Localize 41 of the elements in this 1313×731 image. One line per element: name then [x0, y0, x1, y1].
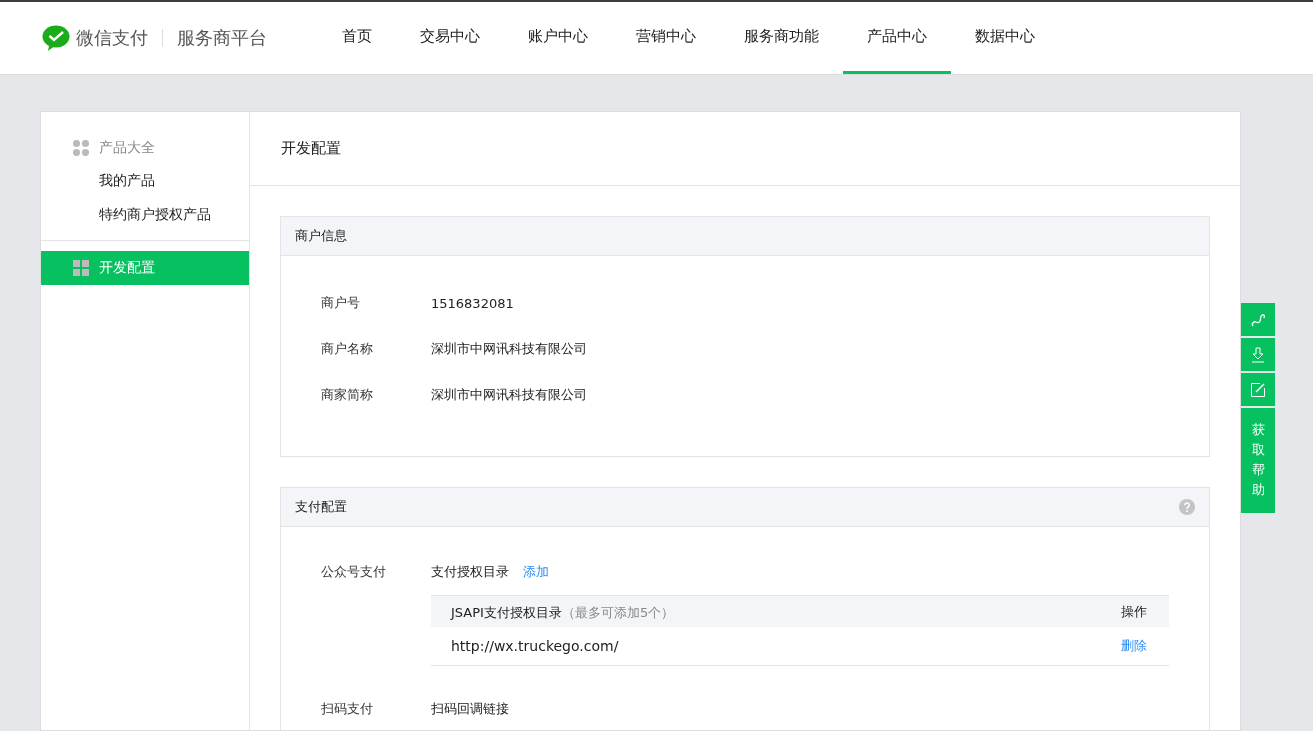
platform-name: 服务商平台: [177, 26, 267, 50]
sidebar-item[interactable]: 我的产品: [41, 164, 249, 198]
edit-icon: [1250, 381, 1266, 398]
nav-tab[interactable]: 账户中心: [504, 2, 612, 74]
grid-icon: [73, 260, 89, 276]
nav-tab[interactable]: 营销中心: [612, 2, 720, 74]
add-link[interactable]: 添加: [523, 563, 549, 581]
table-cell: http://wx.truckego.com/: [451, 638, 619, 654]
edit-button[interactable]: [1241, 373, 1275, 406]
grid-icon: [73, 140, 89, 156]
logo-icon: [42, 25, 70, 51]
section-subtitle: 扫码回调链接: [431, 700, 509, 718]
sidebar-group-title: 产品大全: [99, 139, 155, 157]
link-button[interactable]: [1241, 303, 1275, 336]
help-icon[interactable]: [1179, 499, 1195, 515]
column-hint: （最多可添加5个）: [561, 604, 675, 620]
nav-tab[interactable]: 首页: [318, 2, 396, 74]
nav-tab[interactable]: 产品中心: [843, 2, 951, 74]
field-label: 商户号: [321, 294, 361, 312]
section-label: 公众号支付: [321, 563, 387, 581]
download-button[interactable]: [1241, 338, 1275, 371]
column-heading: JSAPI支付授权目录: [451, 604, 562, 620]
field-label: 商家简称: [321, 386, 374, 404]
section-subtitle: 支付授权目录: [431, 563, 509, 581]
download-icon: [1250, 346, 1266, 363]
card-title: 商户信息: [295, 227, 347, 245]
link-icon: [1250, 311, 1266, 328]
page-title: 开发配置: [250, 112, 1240, 186]
sidebar-item[interactable]: 特约商户授权产品: [41, 198, 249, 232]
delete-link[interactable]: 删除: [1121, 637, 1147, 655]
nav-tab[interactable]: 交易中心: [396, 2, 504, 74]
nav-tab[interactable]: 服务商功能: [720, 2, 843, 74]
section-label: 扫码支付: [321, 700, 374, 718]
column-heading: 操作: [1121, 602, 1147, 621]
field-value: 深圳市中网讯科技有限公司: [431, 340, 587, 358]
field-value: 1516832081: [431, 295, 514, 311]
nav-tab[interactable]: 数据中心: [951, 2, 1059, 74]
field-label: 商户名称: [321, 340, 374, 358]
card-title: 支付配置: [295, 498, 347, 516]
brand-name: 微信支付: [76, 26, 148, 50]
field-value: 深圳市中网讯科技有限公司: [431, 386, 587, 404]
